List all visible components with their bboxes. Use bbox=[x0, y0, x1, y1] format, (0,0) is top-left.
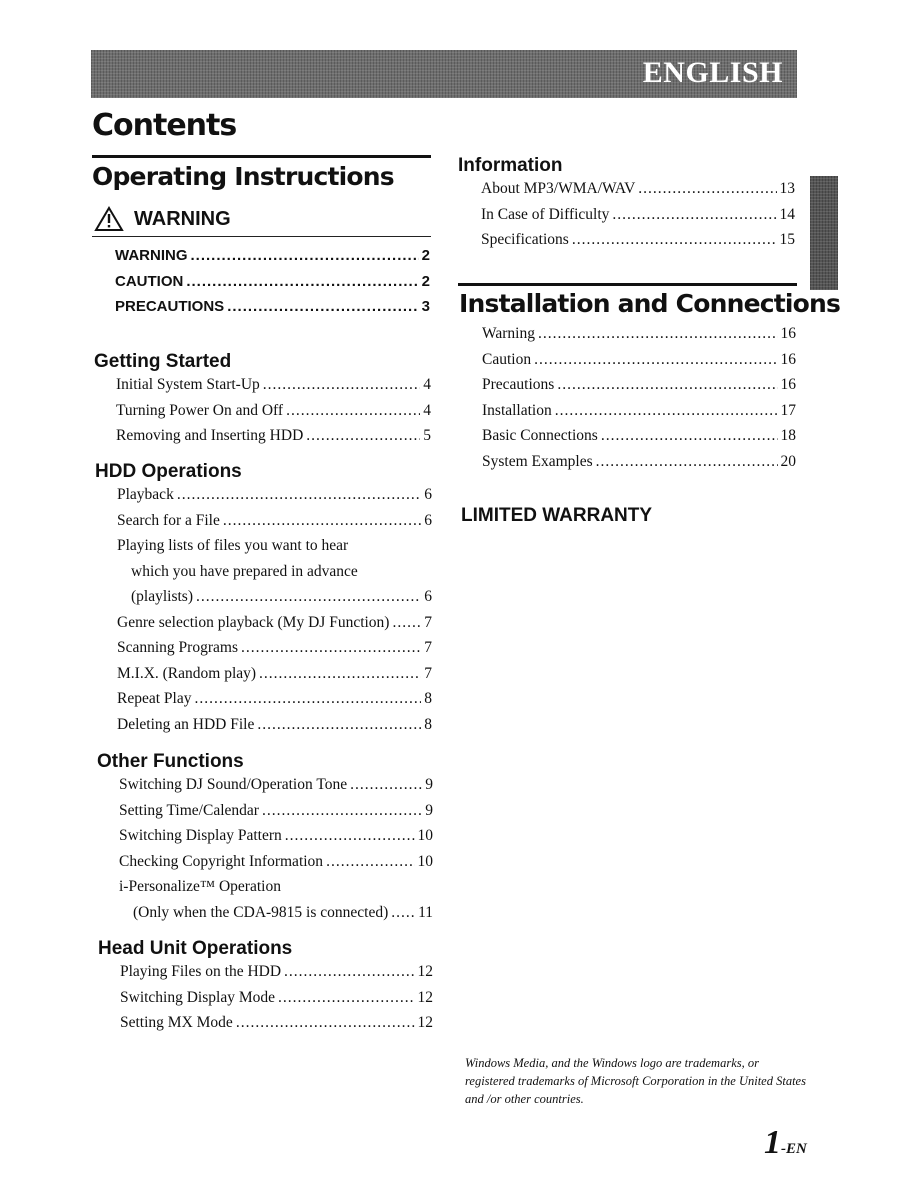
head-unit-operations-list: Playing Files on the HDD12 Switching Dis… bbox=[120, 963, 433, 1040]
information-list: About MP3/WMA/WAV13 In Case of Difficult… bbox=[481, 180, 795, 257]
getting-started-heading: Getting Started bbox=[94, 351, 232, 372]
toc-entry[interactable]: About MP3/WMA/WAV13 bbox=[481, 180, 795, 206]
hdd-operations-heading: HDD Operations bbox=[95, 461, 242, 482]
toc-entry[interactable]: Specifications15 bbox=[481, 231, 795, 257]
hdd-operations-list: Playback6 Search for a File6 Playing lis… bbox=[117, 486, 432, 741]
toc-entry[interactable]: PRECAUTIONS3 bbox=[115, 298, 430, 324]
other-functions-list: Switching DJ Sound/Operation Tone9 Setti… bbox=[119, 776, 433, 929]
getting-started-list: Initial System Start-Up4 Turning Power O… bbox=[116, 376, 431, 453]
warning-heading: WARNING bbox=[94, 206, 231, 232]
toc-entry[interactable]: Basic Connections18 bbox=[482, 427, 796, 453]
toc-entry[interactable]: Genre selection playback (My DJ Function… bbox=[117, 614, 432, 640]
installation-list: Warning16 Caution16 Precautions16 Instal… bbox=[482, 325, 796, 478]
toc-entry[interactable]: which you have prepared in advance bbox=[117, 563, 432, 589]
toc-entry[interactable]: Switching Display Mode12 bbox=[120, 989, 433, 1015]
page-number: 1-EN bbox=[764, 1124, 807, 1161]
toc-entry[interactable]: Turning Power On and Off4 bbox=[116, 402, 431, 428]
toc-entry[interactable]: Checking Copyright Information10 bbox=[119, 853, 433, 879]
other-functions-heading: Other Functions bbox=[97, 751, 244, 772]
operating-instructions-heading: Operating Instructions bbox=[92, 162, 395, 191]
information-heading: Information bbox=[458, 155, 563, 176]
language-label: ENGLISH bbox=[642, 56, 783, 89]
warning-heading-label: WARNING bbox=[134, 207, 231, 230]
limited-warranty-heading[interactable]: LIMITED WARRANTY bbox=[461, 505, 652, 527]
toc-entry[interactable]: Scanning Programs7 bbox=[117, 639, 432, 665]
head-unit-operations-heading: Head Unit Operations bbox=[98, 938, 293, 959]
toc-entry[interactable]: (Only when the CDA-9815 is connected)11 bbox=[119, 904, 433, 930]
toc-entry[interactable]: M.I.X. (Random play)7 bbox=[117, 665, 432, 691]
toc-entry[interactable]: Switching DJ Sound/Operation Tone9 bbox=[119, 776, 433, 802]
section-tab-marker bbox=[810, 176, 838, 290]
toc-entry[interactable]: CAUTION2 bbox=[115, 273, 430, 299]
divider bbox=[458, 283, 797, 286]
divider bbox=[92, 155, 431, 158]
toc-entry[interactable]: Warning16 bbox=[482, 325, 796, 351]
toc-entry[interactable]: Removing and Inserting HDD5 bbox=[116, 427, 431, 453]
toc-entry[interactable]: Playing lists of files you want to hear bbox=[117, 537, 432, 563]
toc-entry[interactable]: Caution16 bbox=[482, 351, 796, 377]
toc-entry[interactable]: Repeat Play8 bbox=[117, 690, 432, 716]
toc-entry[interactable]: WARNING2 bbox=[115, 247, 430, 273]
installation-heading: Installation and Connections bbox=[459, 289, 841, 318]
toc-entry[interactable]: Playback6 bbox=[117, 486, 432, 512]
language-banner: ENGLISH bbox=[91, 50, 797, 98]
toc-entry[interactable]: Playing Files on the HDD12 bbox=[120, 963, 433, 989]
toc-entry[interactable]: (playlists)6 bbox=[117, 588, 432, 614]
toc-entry[interactable]: Search for a File6 bbox=[117, 512, 432, 538]
page-title: Contents bbox=[92, 108, 237, 143]
toc-entry[interactable]: Setting MX Mode12 bbox=[120, 1014, 433, 1040]
trademark-footnote: Windows Media, and the Windows logo are … bbox=[465, 1056, 806, 1106]
toc-entry[interactable]: Deleting an HDD File8 bbox=[117, 716, 432, 742]
warning-triangle-icon bbox=[94, 206, 124, 231]
toc-entry[interactable]: Switching Display Pattern10 bbox=[119, 827, 433, 853]
toc-entry[interactable]: Setting Time/Calendar9 bbox=[119, 802, 433, 828]
toc-entry[interactable]: System Examples20 bbox=[482, 453, 796, 479]
divider bbox=[92, 236, 431, 237]
toc-entry[interactable]: Initial System Start-Up4 bbox=[116, 376, 431, 402]
toc-entry[interactable]: Installation17 bbox=[482, 402, 796, 428]
toc-entry[interactable]: Precautions16 bbox=[482, 376, 796, 402]
toc-entry[interactable]: In Case of Difficulty14 bbox=[481, 206, 795, 232]
toc-entry[interactable]: i-Personalize™ Operation bbox=[119, 878, 433, 904]
warning-toc-list: WARNING2 CAUTION2 PRECAUTIONS3 bbox=[115, 247, 430, 324]
